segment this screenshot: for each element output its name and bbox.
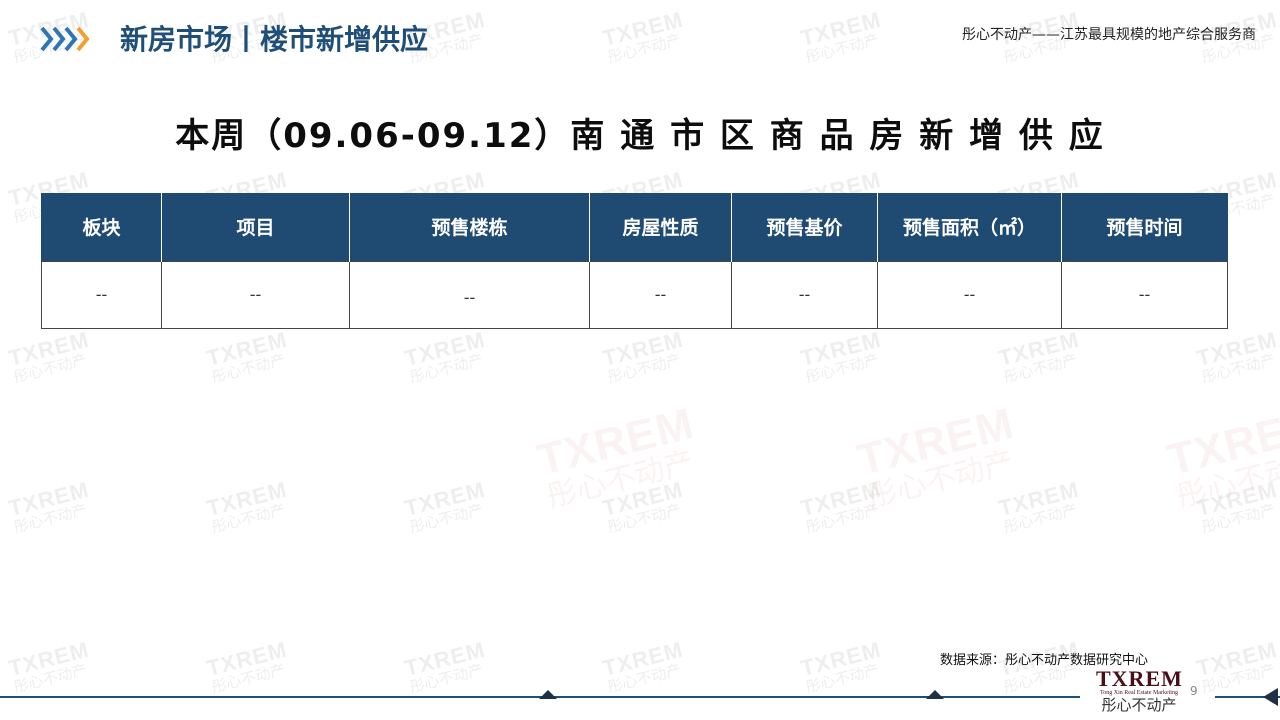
watermark-text-en: TXREM bbox=[6, 326, 92, 371]
company-tagline: 彤心不动产——江苏最具规模的地产综合服务商 bbox=[962, 27, 1256, 43]
watermark-text-en: TXREM bbox=[204, 326, 290, 371]
logo-chinese-name: 彤心不动产 bbox=[1101, 696, 1177, 714]
watermark-logo: TXREM彤心不动产 bbox=[798, 326, 888, 387]
watermark-logo: TXREM彤心不动产 bbox=[6, 476, 96, 537]
watermark-text-en: TXREM bbox=[402, 326, 488, 371]
chevron-right-icon bbox=[76, 26, 90, 52]
watermark-text-en: TXREM bbox=[600, 476, 686, 521]
watermark-logo: TXREM彤心不动产 bbox=[852, 398, 1025, 516]
watermark-logo: TXREM彤心不动产 bbox=[996, 476, 1086, 537]
footer-divider bbox=[0, 688, 1280, 706]
watermark-text-cn: 彤心不动产 bbox=[803, 350, 881, 387]
column-header-property-type: 房屋性质 bbox=[589, 193, 732, 261]
watermark-text-en: TXREM bbox=[532, 398, 699, 485]
watermark-text-en: TXREM bbox=[402, 476, 488, 521]
new-supply-table: 板块 项目 预售楼栋 房屋性质 预售基价 预售面积（㎡） 预售时间 -- -- … bbox=[41, 193, 1228, 329]
section-title: 新房市场丨楼市新增供应 bbox=[120, 23, 429, 56]
watermark-text-cn: 彤心不动产 bbox=[11, 500, 89, 537]
watermark-text-en: TXREM bbox=[204, 636, 290, 681]
watermark-text-cn: 彤心不动产 bbox=[11, 350, 89, 387]
watermark-text-en: TXREM bbox=[798, 636, 884, 681]
watermark-text-cn: 彤心不动产 bbox=[407, 350, 485, 387]
watermark-logo: TXREM彤心不动产 bbox=[1162, 398, 1280, 516]
watermark-text-en: TXREM bbox=[798, 476, 884, 521]
watermark-text-cn: 彤心不动产 bbox=[1199, 500, 1277, 537]
watermark-text-en: TXREM bbox=[852, 398, 1019, 485]
watermark-logo: TXREM彤心不动产 bbox=[204, 326, 294, 387]
watermark-text-en: TXREM bbox=[600, 636, 686, 681]
watermark-text-en: TXREM bbox=[402, 636, 488, 681]
watermark-logo: TXREM彤心不动产 bbox=[996, 326, 1086, 387]
watermark-logo: TXREM彤心不动产 bbox=[532, 398, 705, 516]
watermark-text-en: TXREM bbox=[6, 636, 92, 681]
table-cell: -- bbox=[1061, 260, 1228, 329]
page-number: 9 bbox=[1190, 684, 1198, 698]
watermark-text-cn: 彤心不动产 bbox=[863, 444, 1018, 516]
watermark-text-en: TXREM bbox=[600, 326, 686, 371]
column-header-presale-buildings: 预售楼栋 bbox=[349, 193, 590, 261]
column-header-project: 项目 bbox=[161, 193, 350, 261]
watermark-text-en: TXREM bbox=[204, 476, 290, 521]
page-title: 本周（09.06-09.12）南 通 市 区 商 品 房 新 增 供 应 bbox=[175, 116, 1105, 156]
watermark-text-en: TXREM bbox=[6, 476, 92, 521]
watermark-text-en: TXREM bbox=[1194, 326, 1280, 371]
watermark-text-cn: 彤心不动产 bbox=[209, 350, 287, 387]
company-logo: TXREM Tong Xin Real Estate Marketing 彤心不… bbox=[1096, 668, 1182, 714]
watermark-text-cn: 彤心不动产 bbox=[605, 350, 683, 387]
watermark-text-cn: 彤心不动产 bbox=[1001, 500, 1079, 537]
table-cell: -- bbox=[161, 260, 350, 329]
watermark-text-en: TXREM bbox=[1194, 476, 1280, 521]
watermark-logo: TXREM彤心不动产 bbox=[798, 476, 888, 537]
watermark-text-cn: 彤心不动产 bbox=[1199, 350, 1277, 387]
table-row: -- -- -- -- -- -- -- bbox=[41, 260, 1228, 329]
watermark-text-en: TXREM bbox=[1194, 636, 1280, 681]
watermark-text-en: TXREM bbox=[798, 326, 884, 371]
watermark-logo: TXREM彤心不动产 bbox=[402, 326, 492, 387]
logo-wordmark: TXREM bbox=[1096, 666, 1183, 691]
table-header-row: 板块 项目 预售楼栋 房屋性质 预售基价 预售面积（㎡） 预售时间 bbox=[41, 193, 1228, 261]
slide-header: 新房市场丨楼市新增供应 彤心不动产——江苏最具规模的地产综合服务商 bbox=[0, 0, 1280, 80]
watermark-text-en: TXREM bbox=[996, 326, 1082, 371]
watermark-logo: TXREM彤心不动产 bbox=[600, 476, 690, 537]
watermark-logo: TXREM彤心不动产 bbox=[1194, 326, 1280, 387]
watermark-text-en: TXREM bbox=[1162, 398, 1280, 485]
watermark-text-cn: 彤心不动产 bbox=[803, 500, 881, 537]
watermark-text-cn: 彤心不动产 bbox=[209, 500, 287, 537]
watermark-logo: TXREM彤心不动产 bbox=[600, 326, 690, 387]
table-cell: -- bbox=[731, 260, 878, 329]
watermark-text-cn: 彤心不动产 bbox=[1173, 444, 1280, 516]
watermark-logo: TXREM彤心不动产 bbox=[6, 326, 96, 387]
column-header-district: 板块 bbox=[41, 193, 162, 261]
watermark-logo: TXREM彤心不动产 bbox=[204, 476, 294, 537]
watermark-text-cn: 彤心不动产 bbox=[1001, 350, 1079, 387]
table-cell: -- bbox=[589, 260, 732, 329]
table-cell: -- bbox=[349, 260, 590, 329]
column-header-presale-area: 预售面积（㎡） bbox=[877, 193, 1062, 261]
chevron-arrows-icon bbox=[40, 25, 90, 53]
column-header-base-price: 预售基价 bbox=[731, 193, 878, 261]
watermark-text-en: TXREM bbox=[996, 476, 1082, 521]
watermark-text-cn: 彤心不动产 bbox=[543, 444, 698, 516]
watermark-logo: TXREM彤心不动产 bbox=[1194, 476, 1280, 537]
table-cell: -- bbox=[41, 260, 162, 329]
watermark-text-cn: 彤心不动产 bbox=[407, 500, 485, 537]
table-cell: -- bbox=[877, 260, 1062, 329]
watermark-text-cn: 彤心不动产 bbox=[605, 500, 683, 537]
column-header-presale-date: 预售时间 bbox=[1061, 193, 1228, 261]
watermark-logo: TXREM彤心不动产 bbox=[402, 476, 492, 537]
